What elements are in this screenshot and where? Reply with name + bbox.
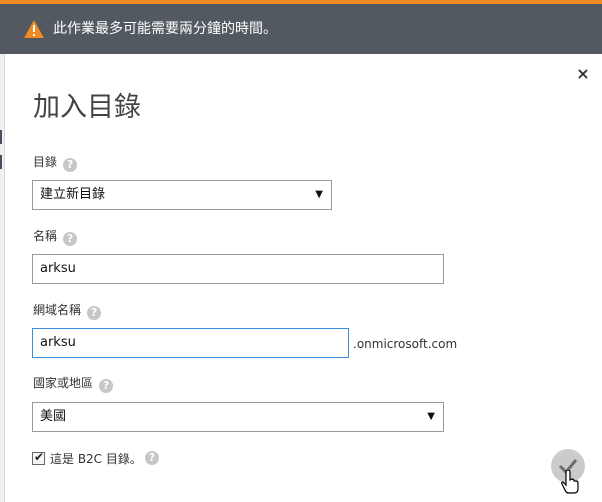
checkbox-check-icon: ✔ — [34, 450, 45, 464]
name-input-value: arksu — [40, 261, 76, 276]
country-selected-value: 美國 — [40, 409, 67, 424]
background-edge-mark — [0, 155, 2, 169]
directory-label-text: 目錄 — [33, 155, 58, 169]
close-icon[interactable]: × — [576, 66, 590, 82]
domain-name-input[interactable]: arksu — [32, 328, 349, 358]
dialog-title: 加入目錄 — [33, 92, 141, 123]
dropdown-arrow-icon: ▼ — [315, 189, 323, 200]
help-icon[interactable]: ? — [63, 232, 78, 246]
domain-suffix: .onmicrosoft.com — [353, 337, 458, 351]
warning-icon — [24, 20, 44, 38]
warning-banner: 此作業最多可能需要兩分鐘的時間。 — [0, 4, 602, 54]
domain-label: 網域名稱? — [33, 303, 102, 320]
country-select[interactable]: 美國 ▼ — [32, 402, 444, 432]
help-icon[interactable]: ? — [99, 379, 114, 393]
background-portal-edge — [0, 54, 5, 502]
name-label: 名稱? — [33, 229, 78, 246]
hand-cursor-icon — [561, 470, 579, 494]
name-input[interactable]: arksu — [32, 254, 444, 284]
dropdown-arrow-icon: ▼ — [427, 411, 435, 422]
domain-label-text: 網域名稱 — [33, 303, 82, 317]
directory-selected-value: 建立新目錄 — [40, 187, 106, 202]
country-label-text: 國家或地區 — [33, 376, 94, 390]
background-edge-mark — [0, 130, 2, 144]
b2c-checkbox[interactable]: ✔ — [32, 450, 45, 465]
b2c-checkbox-label: 這是 B2C 目錄。 — [50, 452, 142, 466]
directory-select[interactable]: 建立新目錄 ▼ — [32, 180, 332, 210]
domain-input-value: arksu — [40, 335, 76, 350]
help-icon[interactable]: ? — [145, 451, 159, 465]
warning-text: 此作業最多可能需要兩分鐘的時間。 — [53, 21, 277, 37]
directory-label: 目錄? — [33, 155, 78, 172]
help-icon[interactable]: ? — [87, 306, 102, 320]
help-icon[interactable]: ? — [63, 158, 78, 172]
country-label: 國家或地區? — [33, 376, 114, 393]
name-label-text: 名稱 — [33, 229, 58, 243]
